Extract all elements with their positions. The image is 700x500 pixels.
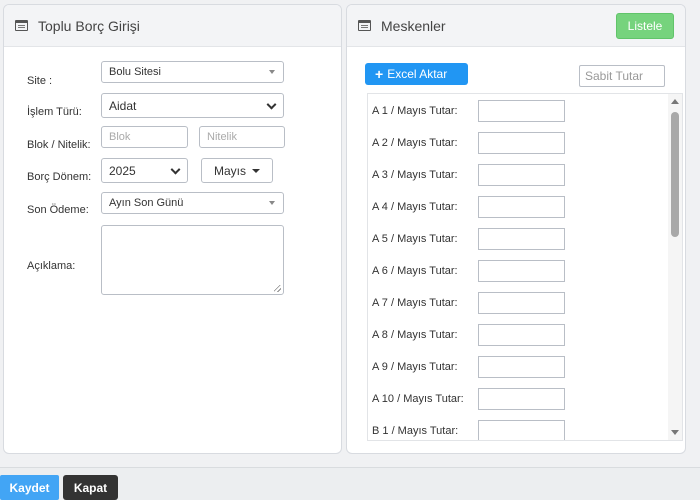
blok-placeholder: Blok <box>109 131 131 143</box>
mesken-row-label: A 9 / Mayıs Tutar: <box>372 361 458 373</box>
bulk-debt-panel: Toplu Borç Girişi Site : Bolu Sitesi İşl… <box>3 4 342 454</box>
son-odeme-value: Ayın Son Günü <box>109 197 184 209</box>
tutar-input[interactable] <box>478 196 565 218</box>
mesken-row-label: B 1 / Mayıs Tutar: <box>372 425 459 437</box>
scroll-up-arrow-icon[interactable] <box>671 99 679 104</box>
mesken-row: A 3 / Mayıs Tutar: <box>372 159 565 191</box>
mesken-row: A 5 / Mayıs Tutar: <box>372 223 565 255</box>
meskenler-panel: Meskenler Listele + Excel Aktar Sabit Tu… <box>346 4 686 454</box>
mesken-row: A 8 / Mayıs Tutar: <box>372 319 565 351</box>
islem-turu-value: Aidat <box>109 98 137 113</box>
save-button[interactable]: Kaydet <box>0 475 59 500</box>
son-odeme-select[interactable]: Ayın Son Günü <box>101 192 284 214</box>
month-dropdown-button[interactable]: Mayıs <box>201 158 273 183</box>
close-button[interactable]: Kapat <box>63 475 118 500</box>
site-label: Site : <box>27 75 53 87</box>
year-select[interactable]: 2025 <box>101 158 188 183</box>
sabit-tutar-input[interactable]: Sabit Tutar <box>579 65 665 87</box>
mesken-row: B 1 / Mayıs Tutar: <box>372 415 565 440</box>
aciklama-textarea[interactable] <box>101 225 284 295</box>
site-select[interactable]: Bolu Sitesi <box>101 61 284 83</box>
window-icon <box>358 20 371 31</box>
panel-title: Toplu Borç Girişi <box>38 17 140 34</box>
mesken-row-label: A 2 / Mayıs Tutar: <box>372 137 458 149</box>
excel-export-button[interactable]: + Excel Aktar <box>365 63 468 85</box>
tutar-input[interactable] <box>478 100 565 122</box>
scroll-down-arrow-icon[interactable] <box>671 430 679 435</box>
chevron-down-icon <box>266 99 277 110</box>
mesken-row-label: A 1 / Mayıs Tutar: <box>372 105 458 117</box>
mesken-row-label: A 10 / Mayıs Tutar: <box>372 393 464 405</box>
listele-button[interactable]: Listele <box>616 13 674 39</box>
mesken-row-label: A 4 / Mayıs Tutar: <box>372 201 458 213</box>
mesken-list: A 1 / Mayıs Tutar: A 2 / Mayıs Tutar: A 3 … <box>367 93 683 441</box>
mesken-row: A 7 / Mayıs Tutar: <box>372 287 565 319</box>
panel-header: Toplu Borç Girişi <box>4 5 341 47</box>
tutar-input[interactable] <box>478 420 565 440</box>
mesken-row: A 2 / Mayıs Tutar: <box>372 127 565 159</box>
mesken-row: A 6 / Mayıs Tutar: <box>372 255 565 287</box>
tutar-input[interactable] <box>478 388 565 410</box>
tutar-input[interactable] <box>478 356 565 378</box>
blok-nitelik-label: Blok / Nitelik: <box>27 139 91 151</box>
resize-grip-icon[interactable] <box>274 285 281 292</box>
chevron-down-icon <box>170 164 181 175</box>
tutar-input[interactable] <box>478 132 565 154</box>
panel-title: Meskenler <box>381 17 446 34</box>
caret-down-icon <box>252 168 260 173</box>
mesken-row-label: A 3 / Mayıs Tutar: <box>372 169 458 181</box>
site-value: Bolu Sitesi <box>109 66 161 78</box>
borc-donem-label: Borç Dönem: <box>27 171 92 183</box>
window-icon <box>15 20 28 31</box>
mesken-row-label: A 5 / Mayıs Tutar: <box>372 233 458 245</box>
tutar-input[interactable] <box>478 324 565 346</box>
mesken-row: A 4 / Mayıs Tutar: <box>372 191 565 223</box>
mesken-row: A 10 / Mayıs Tutar: <box>372 383 565 415</box>
mesken-row-label: A 7 / Mayıs Tutar: <box>372 297 458 309</box>
plus-icon: + <box>375 66 384 82</box>
month-value: Mayıs <box>213 163 246 178</box>
excel-export-label: Excel Aktar <box>387 67 448 81</box>
islem-turu-label: İşlem Türü: <box>27 106 82 118</box>
mesken-row-label: A 8 / Mayıs Tutar: <box>372 329 458 341</box>
scrollbar-thumb[interactable] <box>671 112 679 237</box>
mesken-row: A 9 / Mayıs Tutar: <box>372 351 565 383</box>
blok-input[interactable]: Blok <box>101 126 188 148</box>
islem-turu-select[interactable]: Aidat <box>101 93 284 118</box>
tutar-input[interactable] <box>478 260 565 282</box>
tutar-input[interactable] <box>478 228 565 250</box>
aciklama-label: Açıklama: <box>27 260 76 272</box>
son-odeme-label: Son Ödeme: <box>27 204 89 216</box>
mesken-row: A 1 / Mayıs Tutar: <box>372 95 565 127</box>
scrollbar[interactable] <box>668 94 682 440</box>
nitelik-placeholder: Nitelik <box>207 131 237 143</box>
tutar-input[interactable] <box>478 164 565 186</box>
nitelik-input[interactable]: Nitelik <box>199 126 285 148</box>
sabit-tutar-placeholder: Sabit Tutar <box>585 69 644 83</box>
tutar-input[interactable] <box>478 292 565 314</box>
mesken-row-label: A 6 / Mayıs Tutar: <box>372 265 458 277</box>
year-value: 2025 <box>109 163 136 178</box>
